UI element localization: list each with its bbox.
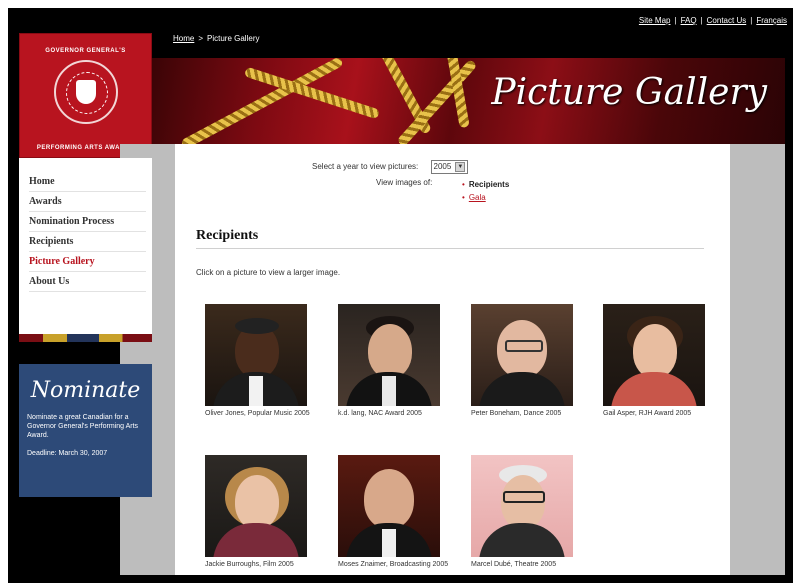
photo-caption: Oliver Jones, Popular Music 2005 [205, 410, 310, 417]
photo-caption: Marcel Dubé, Theatre 2005 [471, 561, 557, 568]
photo-tile[interactable]: Jackie Burroughs, Film 2005 [205, 455, 311, 569]
photo-thumbnail[interactable] [338, 304, 440, 406]
year-select[interactable]: 2005 ▼ [430, 160, 469, 174]
link-separator: | [750, 16, 753, 25]
photo-thumbnail[interactable] [338, 455, 440, 557]
year-selector-row: Select a year to view pictures: 2005 ▼ [312, 160, 469, 174]
francais-link[interactable]: Français [756, 16, 787, 25]
breadcrumb-arrow: > [198, 34, 204, 43]
banner-title: Picture Gallery [491, 72, 767, 113]
site-map-link[interactable]: Site Map [639, 16, 671, 25]
view-images-label: View images of: [376, 178, 433, 187]
breadcrumb-current: Picture Gallery [207, 34, 260, 43]
bullet-icon: • [462, 180, 465, 189]
link-separator: | [674, 16, 677, 25]
photo-caption: Gail Asper, RJH Award 2005 [603, 410, 692, 417]
photo-thumbnail[interactable] [205, 455, 307, 557]
photo-tile[interactable]: k.d. lang, NAC Award 2005 [338, 304, 444, 418]
bullet-icon: • [462, 193, 465, 202]
seal-icon [53, 60, 118, 124]
photo-tile[interactable]: Peter Boneham, Dance 2005 [471, 304, 577, 418]
nominate-text: Nominate a great Canadian for a Governor… [27, 414, 139, 439]
faq-link[interactable]: FAQ [681, 16, 697, 25]
nav-item-about-us[interactable]: About Us [29, 272, 146, 292]
photo-thumbnail[interactable] [603, 304, 705, 406]
section-heading: Recipients [196, 228, 704, 249]
option-gala-link[interactable]: Gala [469, 193, 486, 202]
dropdown-arrow-icon[interactable]: ▼ [455, 162, 466, 172]
nominate-box[interactable]: Nominate Nominate a great Canadian for a… [19, 364, 152, 497]
photo-caption: Moses Znaimer, Broadcasting 2005 [338, 561, 449, 568]
left-nav: Home Awards Nomination Process Recipient… [19, 158, 152, 334]
photo-caption: Jackie Burroughs, Film 2005 [205, 561, 294, 568]
photo-tile[interactable]: Marcel Dubé, Theatre 2005 [471, 455, 577, 569]
photo-caption: k.d. lang, NAC Award 2005 [338, 410, 422, 417]
nominate-deadline: Deadline: March 30, 2007 [27, 450, 108, 457]
section-instruction: Click on a picture to view a larger imag… [196, 268, 341, 277]
color-stripe [19, 334, 152, 342]
link-separator: | [700, 16, 703, 25]
nominate-title: Nominate [30, 378, 141, 403]
photo-thumbnail[interactable] [205, 304, 307, 406]
photo-tile[interactable]: Oliver Jones, Popular Music 2005 [205, 304, 311, 418]
photo-thumbnail[interactable] [471, 304, 573, 406]
view-images-options: • Recipients • Gala [462, 178, 509, 204]
nav-item-nomination-process[interactable]: Nomination Process [29, 212, 146, 232]
utility-links: Site Map | FAQ | Contact Us | Français [639, 16, 787, 25]
picture-gallery-banner: Picture Gallery [152, 58, 785, 144]
photo-tile[interactable]: Gail Asper, RJH Award 2005 [603, 304, 709, 418]
nav-item-recipients[interactable]: Recipients [29, 232, 146, 252]
logo-line-top: GOVERNOR GENERAL'S [45, 48, 126, 54]
year-selector-label: Select a year to view pictures: [312, 162, 419, 172]
nav-item-picture-gallery[interactable]: Picture Gallery [29, 252, 146, 272]
nav-item-awards[interactable]: Awards [29, 192, 146, 212]
breadcrumb: Home > Picture Gallery [173, 34, 259, 43]
contact-us-link[interactable]: Contact Us [707, 16, 747, 25]
awards-logo[interactable]: GOVERNOR GENERAL'S PERFORMING ARTS AWARD… [19, 33, 152, 158]
option-recipients[interactable]: Recipients [469, 180, 509, 189]
photo-caption: Peter Boneham, Dance 2005 [471, 410, 562, 417]
photo-tile[interactable]: Moses Znaimer, Broadcasting 2005 [338, 455, 448, 569]
photo-thumbnail[interactable] [471, 455, 573, 557]
nav-item-home[interactable]: Home [29, 172, 146, 192]
year-select-value: 2005 [433, 162, 452, 172]
breadcrumb-home-link[interactable]: Home [173, 34, 194, 43]
